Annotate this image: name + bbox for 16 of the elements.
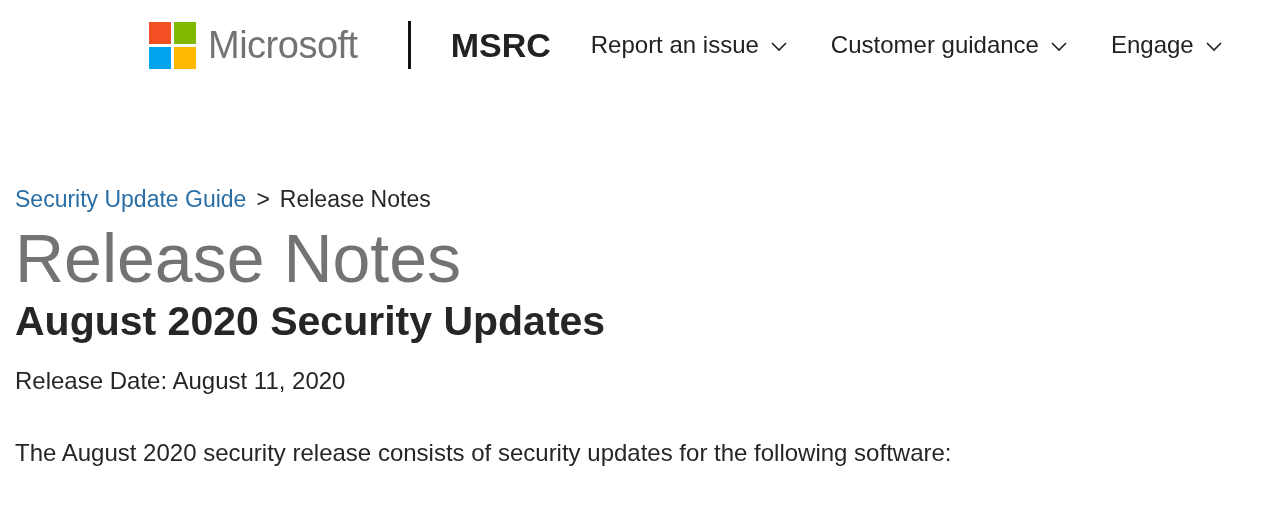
brand-link[interactable]: Microsoft xyxy=(208,16,358,74)
breadcrumb-current: Release Notes xyxy=(279,185,431,214)
nav-menu[interactable]: Engage xyxy=(1110,27,1222,63)
chevron-down-icon xyxy=(1205,42,1222,52)
chevron-down-icon xyxy=(770,42,787,52)
page-subtitle: August 2020 Security Updates xyxy=(15,296,607,345)
nav-menu[interactable]: Report an issue xyxy=(590,27,787,63)
breadcrumb-link[interactable]: Security Update Guide xyxy=(15,182,247,217)
nav-menu[interactable]: Customer guidance xyxy=(830,27,1067,63)
page-title: Release Notes xyxy=(15,218,463,297)
intro-text: The August 2020 security release consists of security updates for the following software: xyxy=(15,437,953,468)
chevron-down-icon xyxy=(1050,42,1067,52)
breadcrumb-separator: > xyxy=(256,185,270,214)
release-date: Release Date: August 11, 2020 xyxy=(15,365,347,396)
logo-icon xyxy=(149,21,196,69)
site-title[interactable]: MSRC xyxy=(450,19,551,71)
